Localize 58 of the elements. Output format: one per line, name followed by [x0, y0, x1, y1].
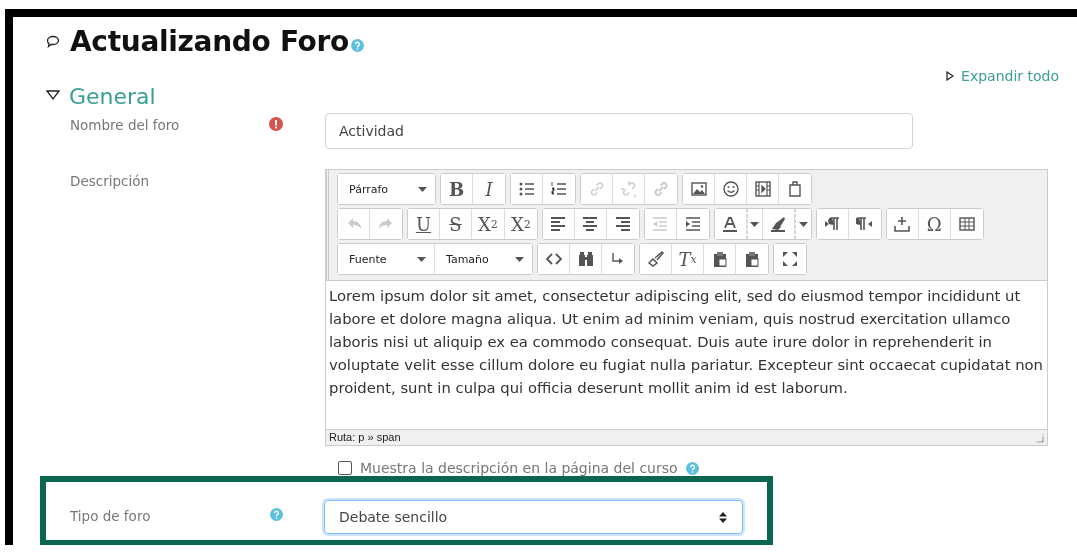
field-label: Tipo de foro — [69, 507, 152, 526]
list-icon — [517, 180, 536, 198]
toolbar-button[interactable]: B — [441, 174, 473, 204]
toolbar-button[interactable] — [511, 174, 543, 204]
pilcrow-icon — [823, 215, 842, 233]
speech-bubble-icon — [46, 35, 60, 48]
indent-icon — [683, 215, 702, 233]
help-icon — [685, 461, 699, 475]
toolbar-button[interactable] — [640, 244, 672, 274]
resize-grip-icon — [1034, 433, 1044, 443]
help-icon — [351, 39, 364, 52]
expand-icon — [781, 250, 799, 268]
help-icon — [270, 508, 283, 521]
brush-icon — [646, 250, 665, 268]
text-field[interactable]: Actividad — [325, 113, 913, 149]
caret-icon — [515, 256, 524, 262]
toolbar-button[interactable]: U — [408, 209, 440, 239]
toolbar-button[interactable] — [538, 244, 570, 274]
clipboard-icon — [743, 250, 761, 268]
image-icon — [689, 180, 708, 198]
film-icon — [753, 180, 772, 198]
pilcrow-icon — [855, 215, 874, 233]
text-color-icon — [721, 215, 740, 233]
select-field[interactable]: Debate sencillo — [324, 500, 743, 534]
align-right-icon — [613, 215, 632, 233]
element-path: Ruta: p » span — [329, 431, 401, 443]
align-center-icon — [581, 215, 600, 233]
toolbar-button[interactable] — [542, 209, 575, 239]
field-label: Nombre del foro — [69, 116, 181, 135]
outdent-icon — [651, 215, 670, 233]
toolbar-button[interactable] — [774, 244, 806, 274]
insert-icon — [893, 215, 912, 233]
align-left-icon — [549, 215, 568, 233]
checkbox-label: Muestra la descripción en la página del curso — [360, 460, 678, 476]
caret-icon — [417, 256, 426, 262]
numbered-list-icon — [550, 180, 568, 198]
highlighter-icon — [769, 215, 788, 233]
field-label: Descripción — [69, 172, 151, 191]
sort-arrows-icon — [719, 511, 727, 523]
caret-icon — [418, 186, 427, 192]
page-title: Actualizando Foro — [70, 25, 349, 58]
toolbar-button[interactable] — [683, 174, 715, 204]
dropdown[interactable]: Fuente — [338, 244, 435, 274]
smiley-icon — [721, 180, 740, 198]
table-icon — [957, 215, 976, 233]
link-icon — [652, 180, 670, 198]
triangle-right-icon — [946, 71, 955, 81]
caret-icon — [750, 221, 760, 227]
toolbar-button[interactable] — [714, 209, 747, 239]
broken-link-icon — [619, 180, 638, 198]
toolbar-button[interactable] — [816, 209, 849, 239]
document-icon — [786, 180, 804, 198]
toolbar-button[interactable] — [886, 209, 919, 239]
binoculars-icon — [576, 250, 595, 268]
checkbox[interactable] — [338, 461, 352, 475]
caret-icon — [798, 221, 808, 227]
dropdown[interactable]: Párrafo — [338, 174, 435, 204]
editor-text: Lorem ipsum dolor sit amet, consectetur adipiscing elit, sed do eiusmod tempor incididunt ut labore et dolore magna aliqua. Ut enim ad minim veniam, quis nostrud exercitation ullamco laboris nisi ut aliquip ex ea commodo consequat. Duis aute irure dolor in reprehenderit in voluptate velit esse cillum dolore eu fugiat nulla pariatur. Excepteur sint occaecat cupidatat non proident, sunt in culpa qui officia deserunt mollit anim id est laborum. — [328, 286, 1044, 398]
